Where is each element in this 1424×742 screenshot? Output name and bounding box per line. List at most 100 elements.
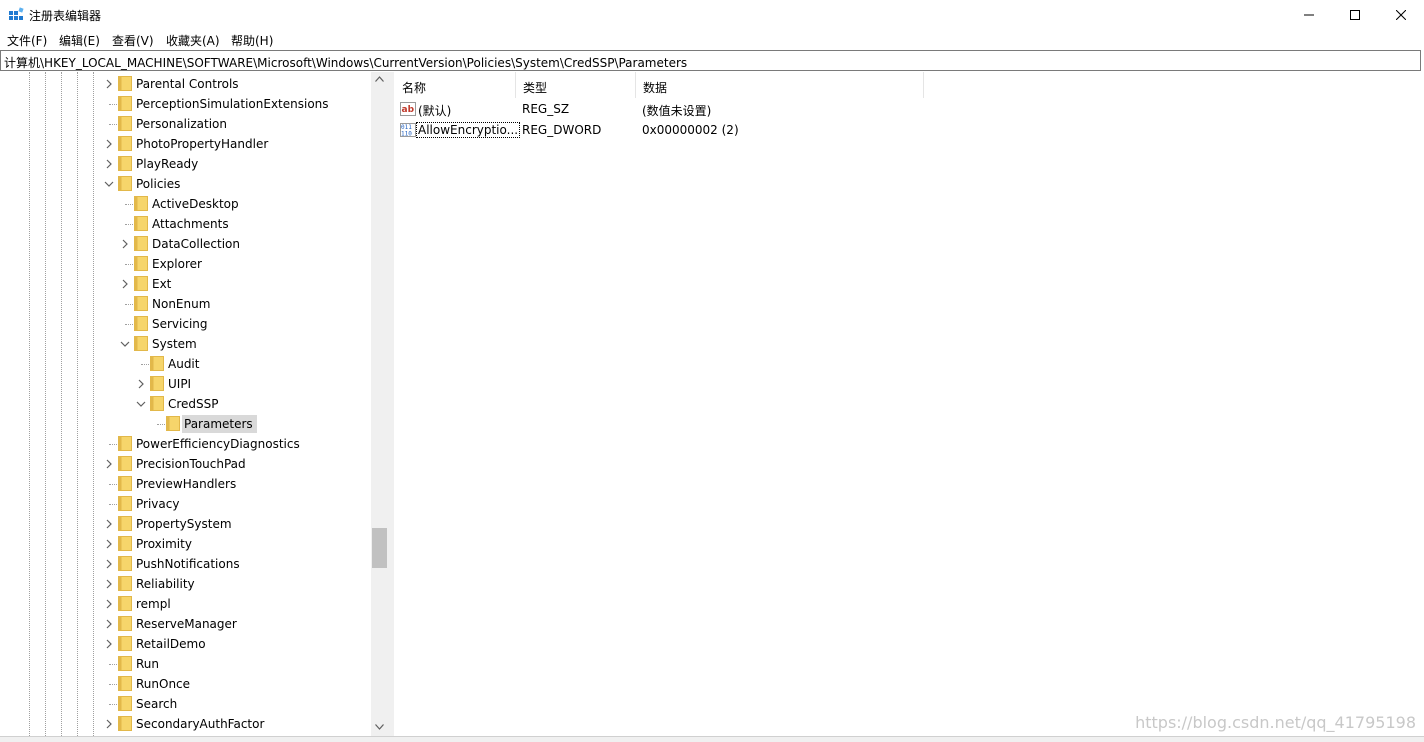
tree-node-label[interactable]: PerceptionSimulationExtensions [134, 95, 331, 113]
address-bar[interactable]: 计算机\HKEY_LOCAL_MACHINE\SOFTWARE\Microsof… [0, 50, 1421, 71]
chevron-right-icon[interactable] [120, 239, 130, 249]
value-list[interactable]: 名称 类型 数据 ab (默认) REG_SZ (数值未设置) 011 110 … [394, 72, 1424, 736]
chevron-down-icon[interactable] [136, 399, 146, 409]
tree-node-label[interactable]: CredSSP [166, 395, 221, 413]
menu-file[interactable]: 文件(F) [7, 32, 47, 49]
tree-node[interactable]: Privacy [0, 494, 371, 514]
tree-node[interactable]: PlayReady [0, 154, 371, 174]
chevron-right-icon[interactable] [104, 459, 114, 469]
menu-help[interactable]: 帮助(H) [231, 32, 273, 49]
tree-node[interactable]: PreviewHandlers [0, 474, 371, 494]
tree-node[interactable]: PrecisionTouchPad [0, 454, 371, 474]
tree-node-label[interactable]: DataCollection [150, 235, 242, 253]
tree-node[interactable]: SecondaryAuthFactor [0, 714, 371, 734]
list-row[interactable]: ab (默认) REG_SZ (数值未设置) [394, 99, 1424, 120]
column-header-name[interactable]: 名称 [394, 72, 515, 98]
column-header-data[interactable]: 数据 [635, 72, 923, 98]
tree-node-label[interactable]: Audit [166, 355, 201, 373]
tree-node-label[interactable]: Attachments [150, 215, 231, 233]
tree-node-label[interactable]: Explorer [150, 255, 204, 273]
tree-node-label[interactable]: Personalization [134, 115, 229, 133]
tree-node[interactable]: Search [0, 694, 371, 714]
tree-node[interactable]: RunOnce [0, 674, 371, 694]
tree-node-label[interactable]: Privacy [134, 495, 181, 513]
scroll-thumb[interactable] [372, 528, 387, 568]
chevron-right-icon[interactable] [136, 379, 146, 389]
tree-node-label[interactable]: PrecisionTouchPad [134, 455, 248, 473]
minimize-button[interactable] [1286, 0, 1332, 30]
tree-node[interactable]: Attachments [0, 214, 371, 234]
close-button[interactable] [1378, 0, 1424, 30]
address-path[interactable]: 计算机\HKEY_LOCAL_MACHINE\SOFTWARE\Microsof… [4, 54, 687, 71]
tree-node-label[interactable]: PushNotifications [134, 555, 242, 573]
chevron-right-icon[interactable] [104, 579, 114, 589]
list-row[interactable]: 011 110 AllowEncryptio... REG_DWORD 0x00… [394, 120, 1424, 141]
tree-node[interactable]: PropertySystem [0, 514, 371, 534]
chevron-right-icon[interactable] [104, 639, 114, 649]
tree-node-label[interactable]: PowerEfficiencyDiagnostics [134, 435, 302, 453]
tree-node-label[interactable]: PropertySystem [134, 515, 234, 533]
menu-view[interactable]: 查看(V) [112, 32, 154, 49]
tree-node-label[interactable]: SecondaryAuthFactor [134, 715, 266, 733]
scroll-down-icon[interactable] [375, 724, 384, 730]
tree-node-label[interactable]: RetailDemo [134, 635, 208, 653]
tree-node[interactable]: ActiveDesktop [0, 194, 371, 214]
tree-node[interactable]: Explorer [0, 254, 371, 274]
key-tree[interactable]: Parental Controls PerceptionSimulationExt… [0, 72, 388, 736]
chevron-down-icon[interactable] [104, 179, 114, 189]
chevron-right-icon[interactable] [104, 519, 114, 529]
tree-node[interactable]: Audit [0, 354, 371, 374]
tree-node[interactable]: Reliability [0, 574, 371, 594]
chevron-right-icon[interactable] [104, 79, 114, 89]
maximize-button[interactable] [1332, 0, 1378, 30]
tree-node-label[interactable]: Search [134, 695, 179, 713]
tree-node-label[interactable]: PlayReady [134, 155, 200, 173]
tree-node-label[interactable]: ActiveDesktop [150, 195, 241, 213]
tree-node[interactable]: PushNotifications [0, 554, 371, 574]
chevron-down-icon[interactable] [120, 339, 130, 349]
chevron-right-icon[interactable] [104, 539, 114, 549]
tree-node[interactable]: PerceptionSimulationExtensions [0, 94, 371, 114]
tree-node[interactable]: PhotoPropertyHandler [0, 134, 371, 154]
tree-node-label[interactable]: PreviewHandlers [134, 475, 238, 493]
column-header-type[interactable]: 类型 [515, 72, 635, 98]
tree-node-label[interactable]: Parameters [182, 415, 257, 433]
tree-node-label[interactable]: UIPI [166, 375, 193, 393]
tree-node[interactable]: PowerEfficiencyDiagnostics [0, 434, 371, 454]
column-divider[interactable] [923, 72, 924, 98]
tree-node-label[interactable]: Parental Controls [134, 75, 241, 93]
tree-node-label[interactable]: RunOnce [134, 675, 192, 693]
tree-node[interactable]: Ext [0, 274, 371, 294]
tree-node[interactable]: CredSSP [0, 394, 371, 414]
tree-node-label[interactable]: System [150, 335, 199, 353]
tree-node[interactable]: Proximity [0, 534, 371, 554]
tree-node[interactable]: Parental Controls [0, 74, 371, 94]
tree-node[interactable]: DataCollection [0, 234, 371, 254]
tree-node[interactable]: rempl [0, 594, 371, 614]
tree-node[interactable]: ReserveManager [0, 614, 371, 634]
tree-node[interactable]: Personalization [0, 114, 371, 134]
scroll-up-icon[interactable] [375, 76, 384, 82]
chevron-right-icon[interactable] [104, 719, 114, 729]
chevron-right-icon[interactable] [104, 139, 114, 149]
tree-node-label[interactable]: NonEnum [150, 295, 212, 313]
chevron-right-icon[interactable] [104, 619, 114, 629]
value-name[interactable]: AllowEncryptio... [416, 122, 521, 138]
tree-node-label[interactable]: Ext [150, 275, 173, 293]
tree-node[interactable]: NonEnum [0, 294, 371, 314]
tree-node-label[interactable]: Run [134, 655, 161, 673]
tree-node-label[interactable]: PhotoPropertyHandler [134, 135, 270, 153]
tree-node-label[interactable]: ReserveManager [134, 615, 239, 633]
tree-scrollbar[interactable] [371, 72, 388, 736]
chevron-right-icon[interactable] [104, 159, 114, 169]
menu-favorites[interactable]: 收藏夹(A) [166, 32, 220, 49]
tree-node-label[interactable]: Reliability [134, 575, 197, 593]
menu-edit[interactable]: 编辑(E) [59, 32, 100, 49]
tree-node[interactable]: System [0, 334, 371, 354]
chevron-right-icon[interactable] [104, 599, 114, 609]
chevron-right-icon[interactable] [120, 279, 130, 289]
tree-node-label[interactable]: Policies [134, 175, 182, 193]
tree-node[interactable]: UIPI [0, 374, 371, 394]
chevron-right-icon[interactable] [104, 559, 114, 569]
tree-node-label[interactable]: Proximity [134, 535, 194, 553]
